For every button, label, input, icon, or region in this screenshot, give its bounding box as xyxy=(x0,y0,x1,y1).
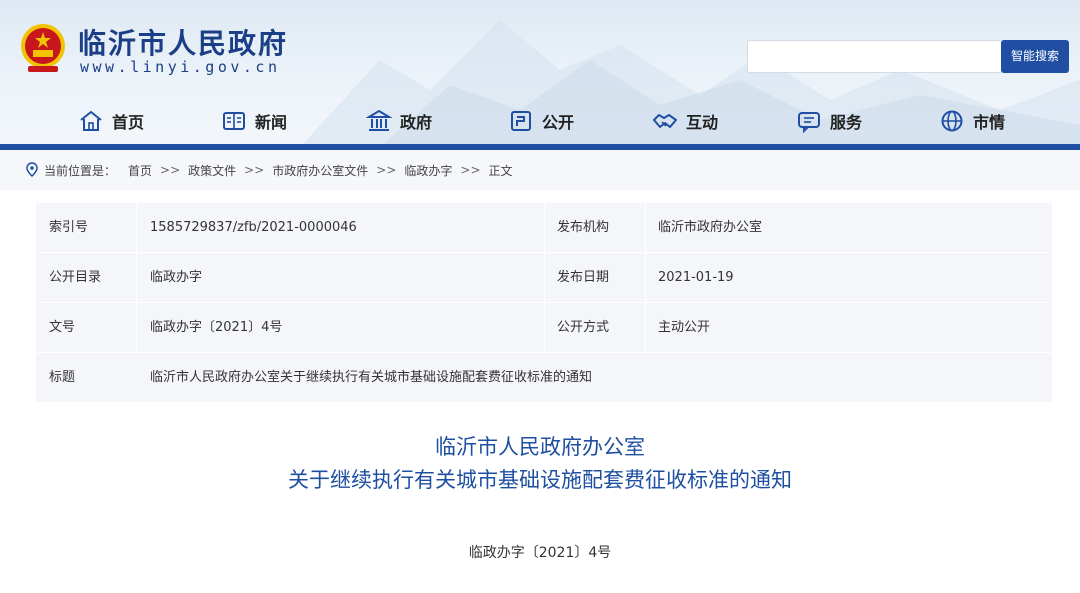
globe-icon xyxy=(941,110,963,132)
meta-value: 临沂市人民政府办公室关于继续执行有关城市基础设施配套费征收标准的通知 xyxy=(150,353,1052,402)
breadcrumb: 当前位置是： 首页 >> 政策文件 >> 市政府办公室文件 >> 临政办字 >>… xyxy=(0,150,1080,190)
meta-value: 临沂市政府办公室 xyxy=(658,220,763,235)
main-nav: 首页 新闻 政府 公开 互动 服务 市情 xyxy=(0,100,1080,142)
meta-key: 公开方式 xyxy=(557,320,610,335)
nav-item-government[interactable]: 政府 xyxy=(366,106,432,136)
nav-label-news: 新闻 xyxy=(255,113,288,132)
nav-label-city-info: 市情 xyxy=(973,113,1006,132)
site-url: www.linyi.gov.cn xyxy=(80,58,281,76)
site-name[interactable]: 临沂市人民政府 xyxy=(78,22,288,62)
search-input[interactable] xyxy=(756,41,1000,74)
document-meta-table: 索引号 1585729837/zfb/2021-0000046 发布机构 临沂市… xyxy=(36,203,1052,402)
document-title-line1: 临沂市人民政府办公室 xyxy=(435,435,645,459)
newspaper-icon xyxy=(223,112,245,130)
service-chat-icon xyxy=(798,112,820,134)
breadcrumb-item-home[interactable]: 首页 xyxy=(128,162,152,179)
breadcrumb-item-office-files[interactable]: 市政府办公室文件 xyxy=(272,162,368,179)
nav-item-interaction[interactable]: 互动 xyxy=(652,106,718,136)
breadcrumb-item-policy[interactable]: 政策文件 xyxy=(188,162,236,179)
document-number: 临政办字〔2021〕4号 xyxy=(468,545,612,561)
meta-key: 标题 xyxy=(49,370,76,385)
meta-key: 文号 xyxy=(49,320,76,335)
nav-label-home: 首页 xyxy=(112,113,145,132)
meta-value: 临政办字〔2021〕4号 xyxy=(150,320,283,335)
meta-value: 2021-01-19 xyxy=(658,270,734,285)
document-title-line2: 关于继续执行有关城市基础设施配套费征收标准的通知 xyxy=(288,468,792,492)
nav-item-city-info[interactable]: 市情 xyxy=(939,106,1005,136)
meta-row-doc-number: 文号 临政办字〔2021〕4号 公开方式 主动公开 xyxy=(36,303,1052,353)
handshake-icon xyxy=(653,114,677,128)
meta-value: 1585729837/zfb/2021-0000046 xyxy=(150,220,357,235)
search-box xyxy=(747,40,1001,74)
open-document-icon xyxy=(511,111,531,131)
breadcrumb-item-category[interactable]: 临政办字 xyxy=(404,162,452,179)
nav-label-interaction: 互动 xyxy=(686,113,719,132)
breadcrumb-separator: >> xyxy=(160,163,181,177)
nav-label-open: 公开 xyxy=(542,113,575,132)
meta-value: 临政办字 xyxy=(150,270,203,285)
breadcrumb-separator: >> xyxy=(244,163,265,177)
site-header: 临沂市人民政府 www.linyi.gov.cn 智能搜索 首页 新闻 政府 公… xyxy=(0,0,1080,147)
breadcrumb-prefix: 当前位置是： xyxy=(44,163,117,178)
nav-item-news[interactable]: 新闻 xyxy=(221,106,287,136)
breadcrumb-separator: >> xyxy=(460,163,481,177)
meta-key: 索引号 xyxy=(49,220,89,235)
location-pin-icon xyxy=(26,162,38,178)
meta-key: 公开目录 xyxy=(49,270,102,285)
search-button[interactable]: 智能搜索 xyxy=(1001,40,1069,73)
nav-item-open[interactable]: 公开 xyxy=(508,106,574,136)
nav-label-government: 政府 xyxy=(400,113,433,132)
nav-item-service[interactable]: 服务 xyxy=(796,106,862,136)
national-emblem-icon xyxy=(21,24,65,72)
meta-row-index: 索引号 1585729837/zfb/2021-0000046 发布机构 临沂市… xyxy=(36,203,1052,253)
home-icon xyxy=(80,110,102,131)
meta-row-catalog: 公开目录 临政办字 发布日期 2021-01-19 xyxy=(36,253,1052,303)
meta-key: 发布日期 xyxy=(557,270,610,285)
meta-value: 主动公开 xyxy=(658,320,711,335)
meta-row-title: 标题 临沂市人民政府办公室关于继续执行有关城市基础设施配套费征收标准的通知 xyxy=(36,353,1052,402)
nav-label-service: 服务 xyxy=(830,113,863,132)
breadcrumb-item-current: 正文 xyxy=(488,163,513,178)
government-building-icon xyxy=(366,109,392,131)
nav-item-home[interactable]: 首页 xyxy=(78,106,144,136)
breadcrumb-separator: >> xyxy=(376,163,397,177)
meta-key: 发布机构 xyxy=(557,220,610,235)
